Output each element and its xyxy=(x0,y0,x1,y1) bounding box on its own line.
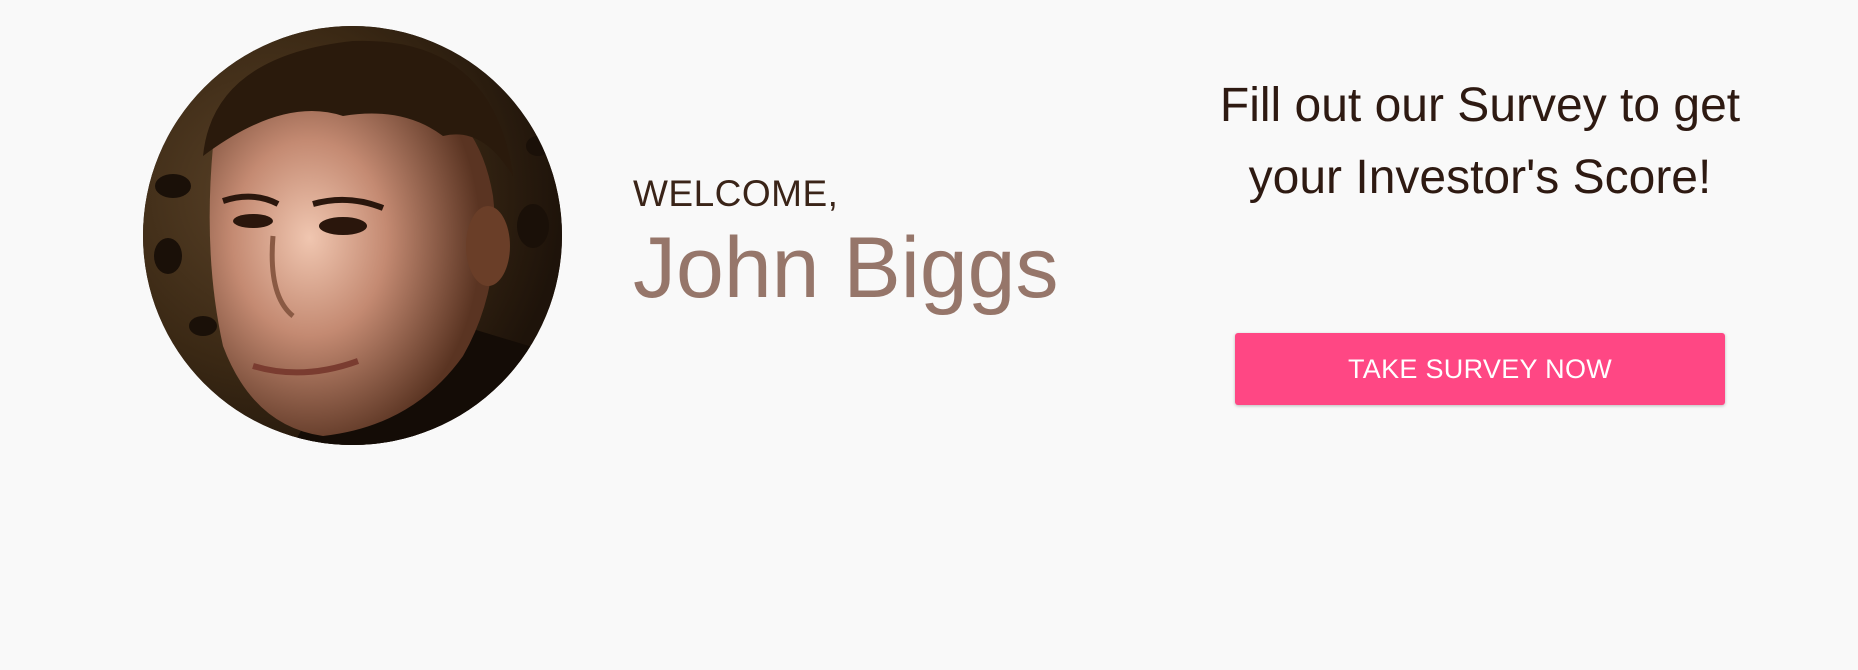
welcome-page: WELCOME, John Biggs Fill out our Survey … xyxy=(0,0,1858,670)
profile-photo xyxy=(143,26,562,445)
survey-prompt: Fill out our Survey to get your Investor… xyxy=(1219,79,1741,204)
take-survey-button[interactable]: TAKE SURVEY NOW xyxy=(1235,333,1725,405)
survey-block: Fill out our Survey to get your Investor… xyxy=(1200,70,1760,214)
avatar xyxy=(143,26,562,445)
user-name: John Biggs xyxy=(633,220,1059,316)
welcome-block: WELCOME, John Biggs xyxy=(633,172,1059,318)
welcome-label: WELCOME, xyxy=(633,173,839,214)
